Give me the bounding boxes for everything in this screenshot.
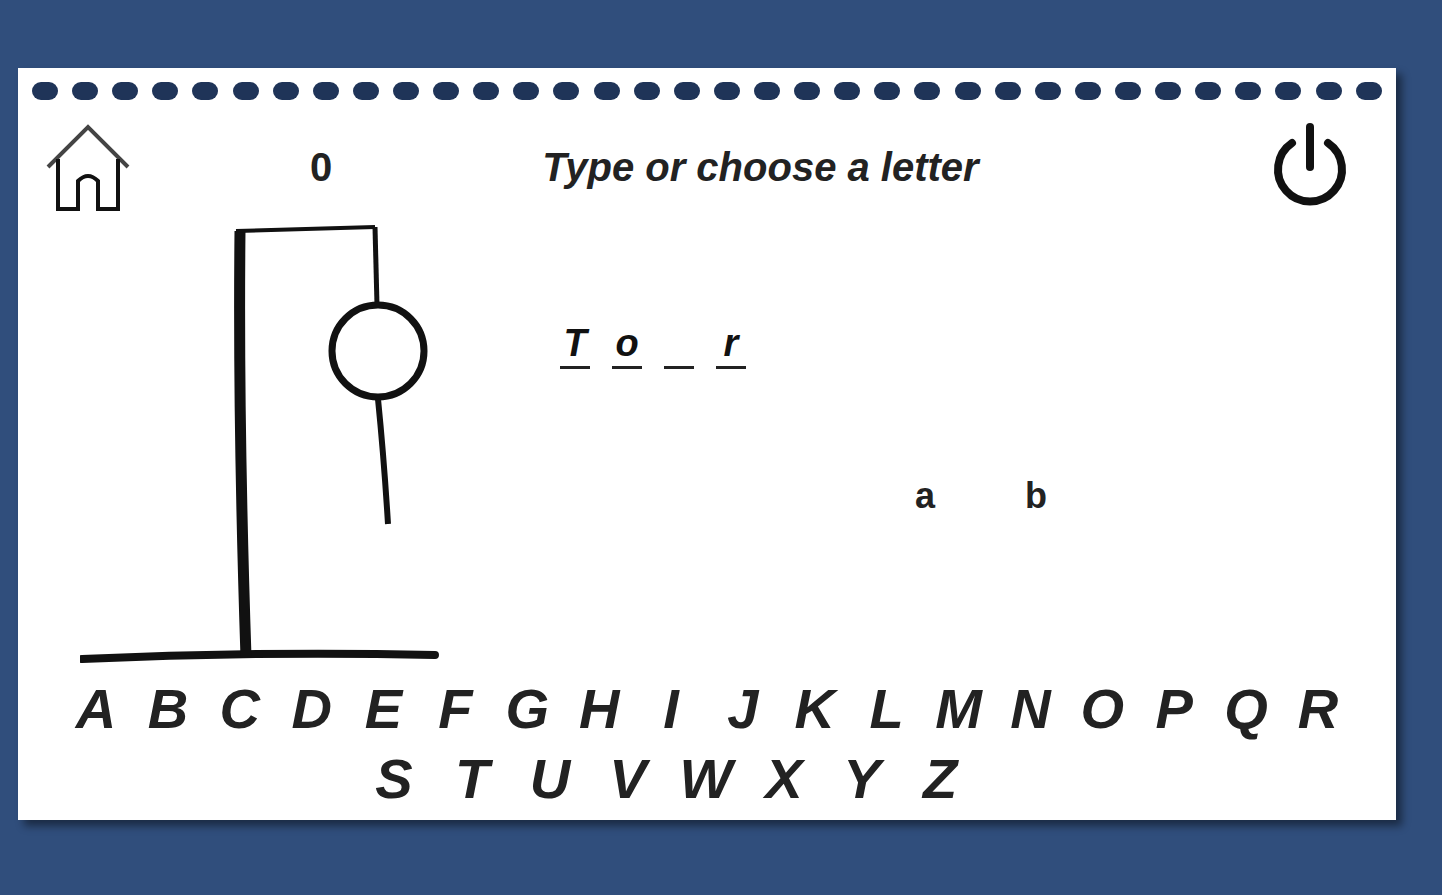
word-slots: To r [560, 319, 1047, 369]
power-icon[interactable] [1268, 119, 1352, 215]
letter-key[interactable]: G [495, 681, 559, 737]
letter-slot [664, 319, 694, 369]
letter-key[interactable]: D [280, 681, 344, 737]
letter-key[interactable]: O [1070, 681, 1134, 737]
paper-sheet: 0Type or choose a letterTorabABCDEFGHIJK… [18, 68, 1396, 820]
letter-key[interactable]: F [423, 681, 487, 737]
letter-key[interactable]: X [752, 751, 816, 807]
letter-key[interactable]: A [64, 681, 128, 737]
letter-slot: o [612, 319, 642, 369]
letter-key[interactable]: Y [830, 751, 894, 807]
prompt-text: Type or choose a letter [542, 137, 978, 197]
letter-key[interactable]: B [136, 681, 200, 737]
header-bar: 0 Type or choose a letter [18, 114, 1396, 219]
home-icon[interactable] [42, 119, 134, 215]
body-part [378, 399, 388, 524]
letter-slot: r [716, 319, 746, 369]
letter-key[interactable]: J [711, 681, 775, 737]
letter-key[interactable]: W [674, 751, 738, 807]
letter-key[interactable]: V [596, 751, 660, 807]
letter-key[interactable]: U [518, 751, 582, 807]
letter-key[interactable]: E [352, 681, 416, 737]
letter-key[interactable]: Z [908, 751, 972, 807]
letter-key[interactable]: R [1286, 681, 1350, 737]
play-area: Torab [18, 219, 1396, 674]
wrong-letter: a [915, 469, 935, 523]
torn-edge [18, 68, 1396, 114]
letter-key[interactable]: Q [1214, 681, 1278, 737]
letter-key[interactable]: S [362, 751, 426, 807]
letter-key[interactable]: L [855, 681, 919, 737]
letter-key[interactable]: P [1142, 681, 1206, 737]
letter-key[interactable]: K [783, 681, 847, 737]
letter-key[interactable]: M [927, 681, 991, 737]
letter-slot: T [560, 319, 590, 369]
score-counter: 0 [310, 137, 332, 197]
gallows-drawing [80, 219, 450, 669]
letter-key[interactable]: I [639, 681, 703, 737]
head-part [332, 305, 424, 397]
letter-key[interactable]: C [208, 681, 272, 737]
keyboard: ABCDEFGHIJKLMNOPQR STUVWXYZ [18, 674, 1396, 814]
letter-key[interactable]: H [567, 681, 631, 737]
letter-key[interactable]: T [440, 751, 504, 807]
wrong-guesses: ab [915, 469, 1047, 523]
letter-key[interactable]: N [998, 681, 1062, 737]
wrong-letter: b [1025, 469, 1047, 523]
